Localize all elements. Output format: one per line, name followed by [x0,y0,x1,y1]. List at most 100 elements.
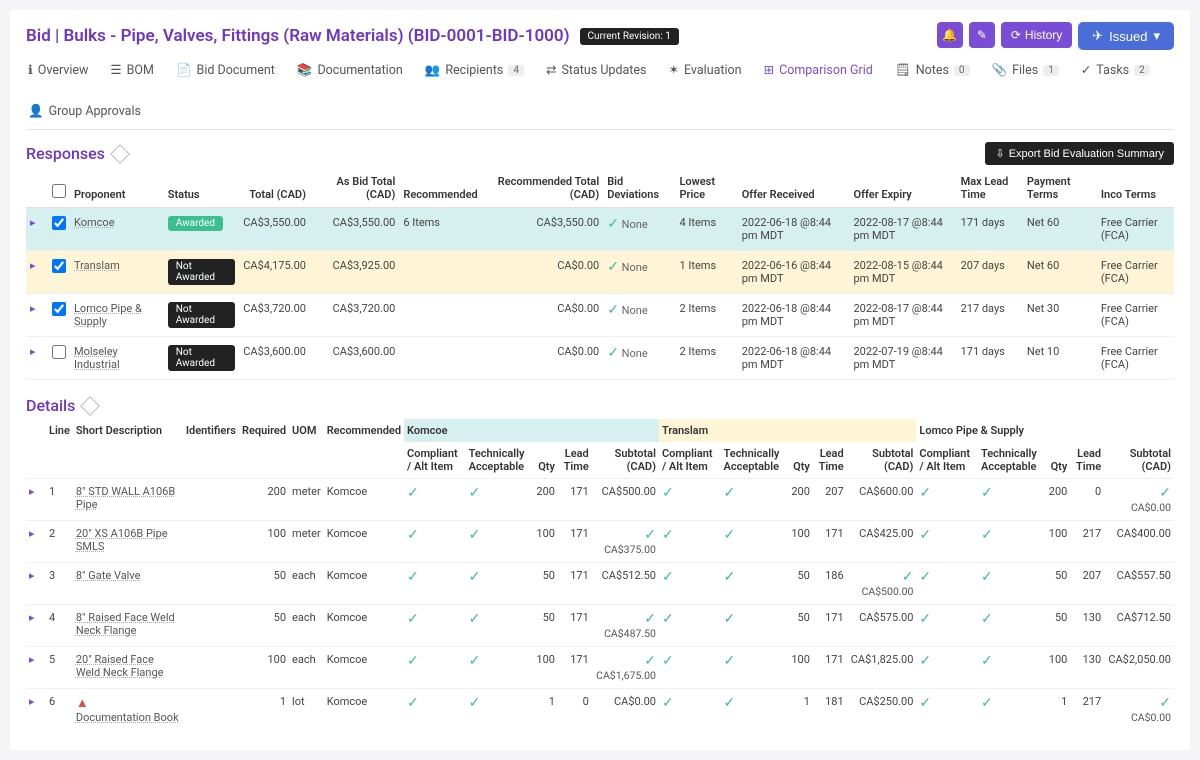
item-description[interactable]: 8" STD WALL A106B Pipe [76,485,175,511]
expand-icon[interactable]: ▸ [30,259,36,272]
check-icon: ✓ [469,569,481,585]
check-icon: ✓ [981,611,993,627]
check-icon: ✓ [919,653,931,669]
check-icon: ✓ [724,695,736,711]
issued-button[interactable]: ✈ Issued ▾ [1078,22,1174,50]
tab-recipients[interactable]: 👥Recipients4 [423,58,526,82]
tab-icon: 📚 [297,63,313,78]
tab-bar: ℹOverview ☰BOM 📄Bid Document 📚Documentation… [26,58,1174,130]
export-button[interactable]: ⇩ Export Bid Evaluation Summary [985,142,1174,165]
expand-icon[interactable]: ▸ [30,345,36,358]
check-icon: ✓ [724,527,736,543]
tab-status-updates[interactable]: ⇄Status Updates [544,58,648,82]
detail-row: ▸220" XS A106B Pipe SMLS100meterKomcoe✓✓… [26,521,1174,563]
check-icon: ✓ [981,695,993,711]
history-button[interactable]: ⟳ History [1001,22,1072,48]
check-icon: ✓ [469,611,481,627]
tab-comparison-grid[interactable]: ⊞Comparison Grid [762,58,875,82]
check-icon: ✓ [469,527,481,543]
revision-chip: Current Revision: 1 [580,28,679,45]
check-icon: ✓ [469,695,481,711]
responses-table: ProponentStatusTotal (CAD)As Bid Total (… [26,169,1174,380]
tab-icon: ⊞ [764,62,774,78]
responses-title: Responses [26,144,127,163]
check-icon: ✓ [662,527,674,543]
item-description[interactable]: Documentation Book [76,711,179,724]
tab-bom[interactable]: ☰BOM [108,58,156,82]
check-icon: ✓ [902,569,914,585]
edit-icon[interactable]: ✎ [969,22,995,48]
detail-row: ▸18" STD WALL A106B Pipe200meterKomcoe✓✓… [26,479,1174,521]
bell-icon[interactable]: 🔔 [937,22,963,48]
tab-notes[interactable]: 🗒Notes0 [893,58,972,82]
tab-group-approvals[interactable]: 👤Group Approvals [26,100,143,123]
tab-tasks[interactable]: ✓Tasks2 [1079,58,1152,82]
select-all-checkbox[interactable] [52,184,66,198]
detail-row: ▸520" Raised Face Weld Neck Flange100eac… [26,647,1174,689]
check-icon: ✓ [662,611,674,627]
row-checkbox[interactable] [52,216,66,230]
proponent-link[interactable]: Komcoe [74,216,115,229]
check-icon: ✓ [662,569,674,585]
check-icon: ✓ [919,611,931,627]
response-row: ▸Lomco Pipe & SupplyNot AwardedCA$3,720.… [26,294,1174,337]
tab-bid-document[interactable]: 📄Bid Document [174,58,277,82]
detail-row: ▸38" Gate Valve50eachKomcoe✓✓50171CA$512… [26,563,1174,605]
check-icon: ✓ [981,485,993,501]
check-icon: ✓ [919,569,931,585]
status-pill: Awarded [168,216,223,231]
expand-icon[interactable]: ▸ [30,216,36,229]
check-icon: ✓ [919,527,931,543]
tab-icon: ✶ [668,62,678,78]
check-icon: ✓ [919,485,931,501]
item-description[interactable]: 8" Raised Face Weld Neck Flange [76,611,175,637]
check-icon: ✓ [724,611,736,627]
tab-icon: ☰ [110,62,121,78]
tab-evaluation[interactable]: ✶Evaluation [666,58,743,82]
status-pill: Not Awarded [168,345,236,371]
check-icon: ✓ [1159,695,1171,711]
vendor-header: Komcoe [404,419,659,442]
check-icon: ✓ [662,695,674,711]
tab-icon: ℹ [28,62,33,78]
tab-icon: 📎 [992,63,1008,78]
check-icon: ✓ [724,653,736,669]
check-icon: ✓ [607,259,619,275]
proponent-link[interactable]: Molseley Industrial [74,345,120,371]
expand-icon[interactable]: ▸ [30,302,36,315]
check-icon: ✓ [607,216,619,232]
check-icon: ✓ [407,485,419,501]
check-icon: ✓ [607,345,619,361]
row-checkbox[interactable] [52,302,66,316]
vendor-header: Translam [659,419,916,442]
expand-icon[interactable]: ▸ [29,653,35,666]
tab-icon: 📄 [176,63,192,78]
tab-documentation[interactable]: 📚Documentation [295,58,405,82]
tab-overview[interactable]: ℹOverview [26,58,90,82]
expand-icon[interactable]: ▸ [29,695,35,708]
expand-icon[interactable]: ▸ [29,611,35,624]
row-checkbox[interactable] [52,259,66,273]
tab-icon: 👥 [425,63,441,78]
row-checkbox[interactable] [52,345,66,359]
item-description[interactable]: 20" Raised Face Weld Neck Flange [76,653,164,679]
page-header: Bid | Bulks - Pipe, Valves, Fittings (Ra… [26,22,1174,50]
warning-icon: ▲ [76,696,89,711]
check-icon: ✓ [981,569,993,585]
expand-icon[interactable]: ▸ [29,527,35,540]
check-icon: ✓ [407,569,419,585]
proponent-link[interactable]: Translam [74,259,120,272]
expand-icon[interactable]: ▸ [29,569,35,582]
proponent-link[interactable]: Lomco Pipe & Supply [74,302,142,328]
check-icon: ✓ [407,611,419,627]
check-icon: ✓ [407,527,419,543]
check-icon: ✓ [469,485,481,501]
tab-files[interactable]: 📎Files1 [990,58,1061,82]
item-description[interactable]: 8" Gate Valve [76,569,141,582]
item-description[interactable]: 20" XS A106B Pipe SMLS [76,527,168,553]
check-icon: ✓ [981,653,993,669]
detail-row: ▸48" Raised Face Weld Neck Flange50eachK… [26,605,1174,647]
expand-icon[interactable]: ▸ [29,485,35,498]
check-icon: ✓ [662,653,674,669]
check-icon: ✓ [407,653,419,669]
